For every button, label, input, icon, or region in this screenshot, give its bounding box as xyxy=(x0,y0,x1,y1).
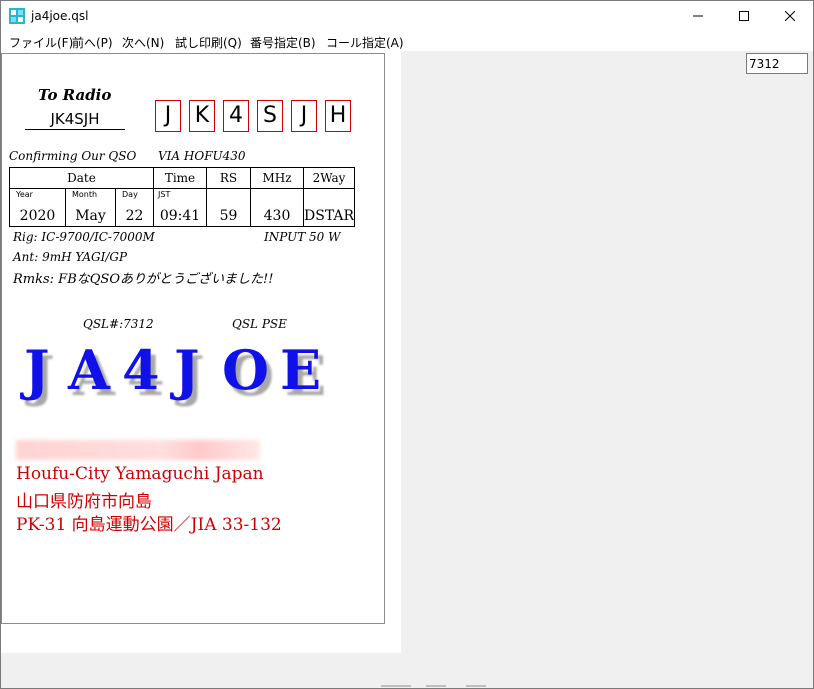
menu-test-print[interactable]: 試し印刷(Q) xyxy=(175,34,242,51)
value-time: 09:41 xyxy=(159,208,201,224)
sub-tz: JST xyxy=(158,190,171,199)
app-icon xyxy=(9,8,25,24)
menu-next[interactable]: 次へ(N) xyxy=(122,34,164,51)
menu-call-select[interactable]: コール指定(A) xyxy=(326,34,404,51)
sub-year: Year xyxy=(16,190,33,199)
qsl-number-text: QSL#:7312 xyxy=(83,317,154,331)
qsl-pse-text: QSL PSE xyxy=(232,317,287,331)
header-mhz: MHz xyxy=(250,167,304,189)
qso-table: Date Time RS MHz 2Way Year 2020 Month Ma… xyxy=(9,167,356,227)
own-call-letter: 4 xyxy=(122,338,160,402)
menu-file[interactable]: ファイル(F) xyxy=(9,34,73,51)
minimize-button[interactable] xyxy=(675,1,721,31)
value-mode: DSTAR xyxy=(304,208,355,224)
sub-day: Day xyxy=(122,190,138,199)
value-year: 2020 xyxy=(19,208,56,224)
sub-month: Month xyxy=(72,190,98,199)
callsign-box: J xyxy=(155,100,181,132)
address-line-2: 山口県防府市向島 xyxy=(16,492,152,512)
via-text: VIA HOFU430 xyxy=(158,149,246,163)
minimize-icon xyxy=(693,15,703,17)
cell-day: Day 22 xyxy=(115,188,154,227)
to-callsign: JK4SJH xyxy=(25,110,125,130)
maximize-button[interactable] xyxy=(721,1,767,31)
address-line-1: Houfu-City Yamaguchi Japan xyxy=(16,464,264,484)
own-call-letter: O xyxy=(222,338,270,402)
header-mode: 2Way xyxy=(302,167,356,189)
header-date: Date xyxy=(9,167,154,189)
remarks-text: Rmks: FBなQSOありがとうございました!! xyxy=(13,272,274,287)
confirming-text: Confirming Our QSO xyxy=(9,149,137,163)
rig-text: Rig: IC-9700/IC-7000M xyxy=(13,230,155,244)
menu-prev[interactable]: 前へ(P) xyxy=(72,34,113,51)
own-callsign: J A 4 J O E xyxy=(24,340,324,400)
cell-rs: 59 xyxy=(206,188,251,227)
own-call-letter: A xyxy=(68,338,110,402)
bottom-divider xyxy=(426,685,446,687)
power-text: INPUT 50 W xyxy=(264,230,341,244)
to-radio-label: To Radio xyxy=(38,86,112,104)
cell-mode: DSTAR xyxy=(302,188,356,227)
antenna-text: Ant: 9mH YAGI/GP xyxy=(13,250,128,264)
workspace: To Radio JK4SJH J K 4 S J H Confirming O… xyxy=(1,51,813,688)
bottom-divider xyxy=(381,685,411,687)
cell-year: Year 2020 xyxy=(9,188,66,227)
header-time: Time xyxy=(153,167,207,189)
callsign-box: K xyxy=(189,100,215,132)
value-rs: 59 xyxy=(219,208,238,224)
callsign-box: 4 xyxy=(223,100,249,132)
close-button[interactable] xyxy=(767,1,813,31)
redacted-name-bar xyxy=(16,440,260,460)
qsl-number-input[interactable] xyxy=(746,53,808,74)
cell-time: JST 09:41 xyxy=(153,188,207,227)
value-day: 22 xyxy=(125,208,144,224)
menu-bar: ファイル(F) 前へ(P) 次へ(N) 試し印刷(Q) 番号指定(B) コール指… xyxy=(1,31,813,51)
bottom-divider xyxy=(466,685,486,687)
header-rs: RS xyxy=(206,167,251,189)
cell-month: Month May xyxy=(65,188,116,227)
window-title: ja4joe.qsl xyxy=(31,9,89,23)
cell-mhz: 430 xyxy=(250,188,304,227)
title-bar: ja4joe.qsl xyxy=(1,1,813,31)
value-mhz: 430 xyxy=(263,208,291,224)
qsl-card: To Radio JK4SJH J K 4 S J H Confirming O… xyxy=(1,53,385,624)
value-month: May xyxy=(75,208,106,224)
address-line-3: PK-31 向島運動公園／JIA 33-132 xyxy=(16,515,282,535)
maximize-icon xyxy=(739,11,749,21)
app-window: ja4joe.qsl ファイル(F) 前へ(P) 次へ(N) 試し印刷(Q) 番… xyxy=(0,0,814,689)
own-call-letter: J xyxy=(174,338,200,402)
own-call-letter: E xyxy=(280,338,322,402)
callsign-box: S xyxy=(257,100,283,132)
menu-number-select[interactable]: 番号指定(B) xyxy=(250,34,316,51)
callsign-box: J xyxy=(291,100,317,132)
close-icon xyxy=(785,11,795,21)
callsign-box: H xyxy=(325,100,351,132)
own-call-letter: J xyxy=(24,338,50,402)
